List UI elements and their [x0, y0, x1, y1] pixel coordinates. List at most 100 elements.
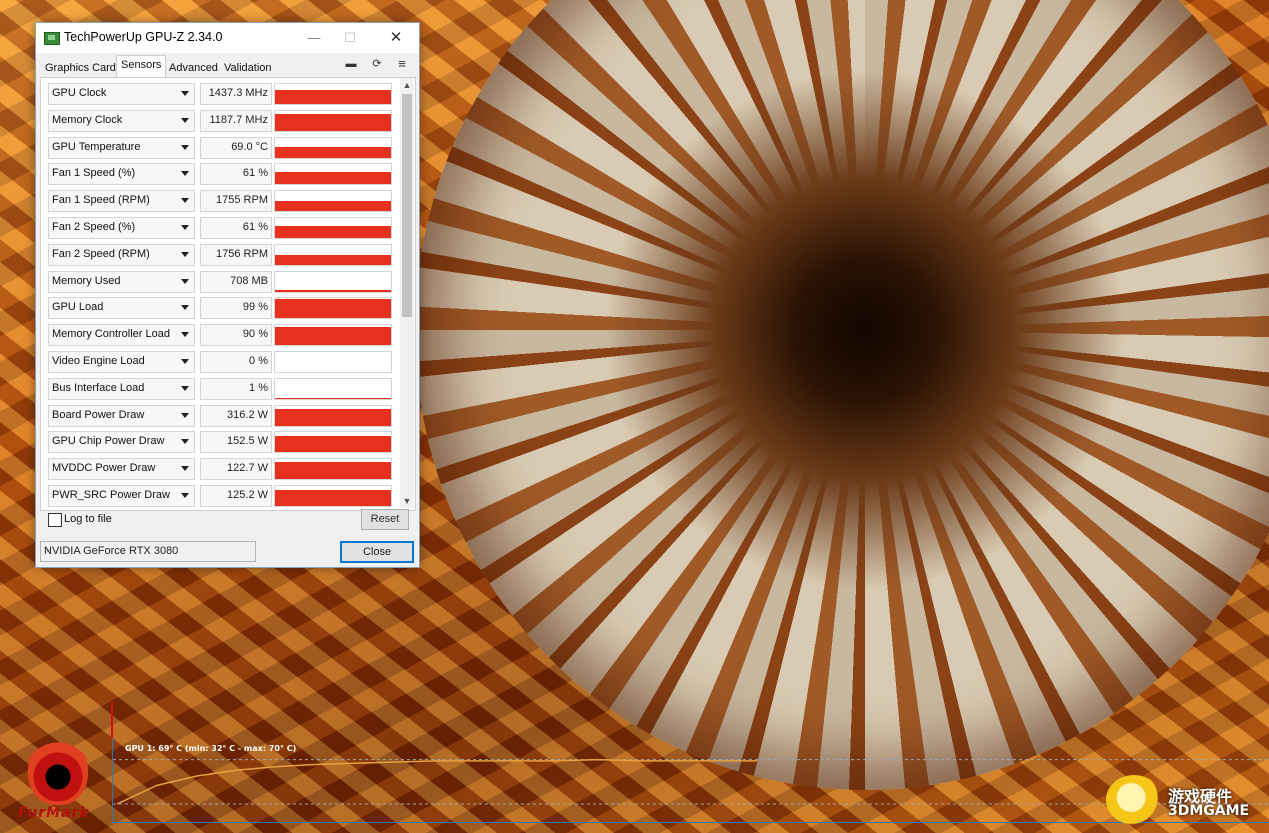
sensor-graph-bar: [275, 290, 391, 292]
sensor-graph: [274, 297, 392, 320]
sensor-name: Memory Used: [52, 274, 121, 287]
sensor-value-text: 1187.7 MHz: [209, 113, 269, 126]
sensor-value: 61 %: [200, 217, 272, 239]
sensor-graph-bar: [275, 254, 391, 265]
tab-advanced[interactable]: Advanced: [164, 58, 223, 78]
sensor-name-dropdown[interactable]: GPU Chip Power Draw: [48, 431, 195, 454]
sensor-graph-bar: [275, 146, 391, 158]
sensor-graph-bar: [275, 226, 391, 238]
sensor-value-text: 61 %: [242, 221, 268, 233]
sensor-name-dropdown[interactable]: PWR_SRC Power Draw: [48, 485, 195, 507]
dropdown-arrow-icon: [181, 91, 189, 96]
reset-button[interactable]: Reset: [361, 509, 409, 530]
sensor-value: 90 %: [200, 324, 272, 347]
sensor-value: 708 MB: [200, 270, 272, 293]
sensor-graph-bar: [275, 490, 391, 506]
sensor-row: Memory Used 708 MB: [48, 270, 398, 294]
sensor-value-text: 1755 RPM: [216, 194, 268, 207]
sensor-value-text: 316.2 W: [227, 408, 268, 421]
sensor-value-text: 1437.3 MHz: [208, 87, 268, 99]
sensor-name-dropdown[interactable]: Memory Used: [48, 270, 195, 293]
sensor-name-dropdown[interactable]: MVDDC Power Draw: [48, 458, 195, 481]
minimize-button[interactable]: —: [300, 27, 328, 49]
camera-icon[interactable]: ▬: [343, 57, 359, 71]
dropdown-arrow-icon: [181, 305, 189, 311]
sensor-name-dropdown[interactable]: Fan 1 Speed (RPM): [48, 190, 195, 213]
sensor-name-dropdown[interactable]: Memory Clock: [48, 109, 195, 132]
dropdown-arrow-icon: [181, 278, 189, 284]
watermark-en: 3DMGAME: [1168, 803, 1250, 819]
scrollbar[interactable]: ▲ ▼: [400, 78, 414, 508]
sensor-name: Fan 2 Speed (RPM): [52, 247, 150, 260]
sensor-graph-bar: [275, 327, 391, 346]
sensor-value-text: 1756 RPM: [216, 247, 268, 260]
dropdown-arrow-icon: [181, 251, 189, 257]
sensor-name-dropdown[interactable]: Video Engine Load: [48, 351, 195, 373]
sensor-graph-bar: [275, 201, 391, 212]
sensor-row: GPU Load 99 %: [48, 296, 398, 320]
device-select[interactable]: NVIDIA GeForce RTX 3080 ⌵: [40, 541, 256, 562]
title-bar[interactable]: TechPowerUp GPU-Z 2.34.0 — ☐ ✕: [36, 23, 419, 53]
log-to-file-checkbox[interactable]: [48, 513, 62, 527]
sensor-name: GPU Temperature: [52, 140, 141, 153]
sensor-name-dropdown[interactable]: Bus Interface Load: [48, 377, 195, 400]
close-window-button[interactable]: ✕: [382, 27, 410, 49]
sensor-name-dropdown[interactable]: Fan 2 Speed (RPM): [48, 243, 195, 266]
graph-axis-marker: [111, 702, 113, 738]
sensor-graph: [274, 351, 392, 373]
sensor-graph: [274, 404, 392, 427]
sensor-value: 1187.7 MHz: [200, 109, 272, 132]
sensor-name: Fan 1 Speed (%): [52, 167, 136, 180]
sensor-value-text: 125.2 W: [227, 489, 268, 501]
tab-sensors[interactable]: Sensors: [116, 55, 167, 77]
sensor-name-dropdown[interactable]: Memory Controller Load: [48, 324, 195, 347]
dropdown-arrow-icon: [181, 117, 189, 123]
scroll-up-icon[interactable]: ▲: [400, 78, 414, 92]
sensor-name-dropdown[interactable]: GPU Load: [48, 297, 195, 320]
sensor-name: MVDDC Power Draw: [52, 462, 156, 475]
close-button[interactable]: Close: [340, 541, 414, 563]
sensor-name: Video Engine Load: [52, 355, 145, 367]
sensor-name-dropdown[interactable]: Board Power Draw: [48, 404, 195, 427]
dropdown-arrow-icon: [181, 466, 189, 472]
sensor-graph: [274, 431, 392, 454]
sensor-value-text: 61 %: [242, 167, 268, 180]
sensor-name-dropdown[interactable]: GPU Clock: [48, 83, 195, 105]
dropdown-arrow-icon: [181, 359, 189, 364]
tab-graphics-card[interactable]: Graphics Card: [40, 58, 121, 78]
sensor-graph: [274, 136, 392, 159]
sensor-graph: [274, 270, 392, 293]
sensor-name-dropdown[interactable]: Fan 1 Speed (%): [48, 163, 195, 186]
dropdown-arrow-icon: [181, 171, 189, 177]
sensor-name-dropdown[interactable]: Fan 2 Speed (%): [48, 217, 195, 239]
sensor-row: Fan 1 Speed (RPM) 1755 RPM: [48, 189, 398, 213]
maximize-button[interactable]: ☐: [336, 27, 364, 49]
sensor-graph-bar: [275, 408, 391, 426]
furmark-logo: FurMark: [18, 735, 106, 827]
sensor-graph-bar: [275, 90, 391, 104]
scroll-down-icon[interactable]: ▼: [400, 494, 414, 508]
scroll-thumb[interactable]: [402, 94, 412, 317]
sensor-graph-bar: [275, 436, 391, 453]
sensor-name: Memory Controller Load: [52, 328, 170, 341]
sensor-value: 1756 RPM: [200, 243, 272, 266]
sensor-row: Bus Interface Load 1 %: [48, 377, 398, 401]
sensor-graph: [274, 217, 392, 239]
sensor-row: Video Engine Load 0 %: [48, 350, 398, 374]
sensor-graph-bar: [275, 172, 391, 185]
sensor-name: GPU Load: [52, 301, 104, 314]
log-to-file-label: Log to file: [64, 513, 112, 525]
refresh-icon[interactable]: ⟳: [369, 57, 385, 71]
sensor-graph: [274, 458, 392, 481]
sensor-row: GPU Temperature 69.0 °C: [48, 136, 398, 160]
sensor-list: GPU Clock 1437.3 MHz Memory Clock 1187.7 MH…: [40, 77, 416, 511]
menu-icon[interactable]: ≡: [394, 57, 410, 71]
sensor-name: Bus Interface Load: [52, 381, 145, 394]
dropdown-arrow-icon: [181, 144, 189, 150]
sensor-value-text: 0 %: [249, 355, 268, 367]
sensor-name-dropdown[interactable]: GPU Temperature: [48, 136, 195, 159]
tab-validation[interactable]: Validation: [219, 58, 277, 78]
dropdown-arrow-icon: [181, 198, 189, 204]
sensor-row: GPU Chip Power Draw 152.5 W: [48, 430, 398, 454]
sensor-value-text: 90 %: [242, 328, 268, 341]
